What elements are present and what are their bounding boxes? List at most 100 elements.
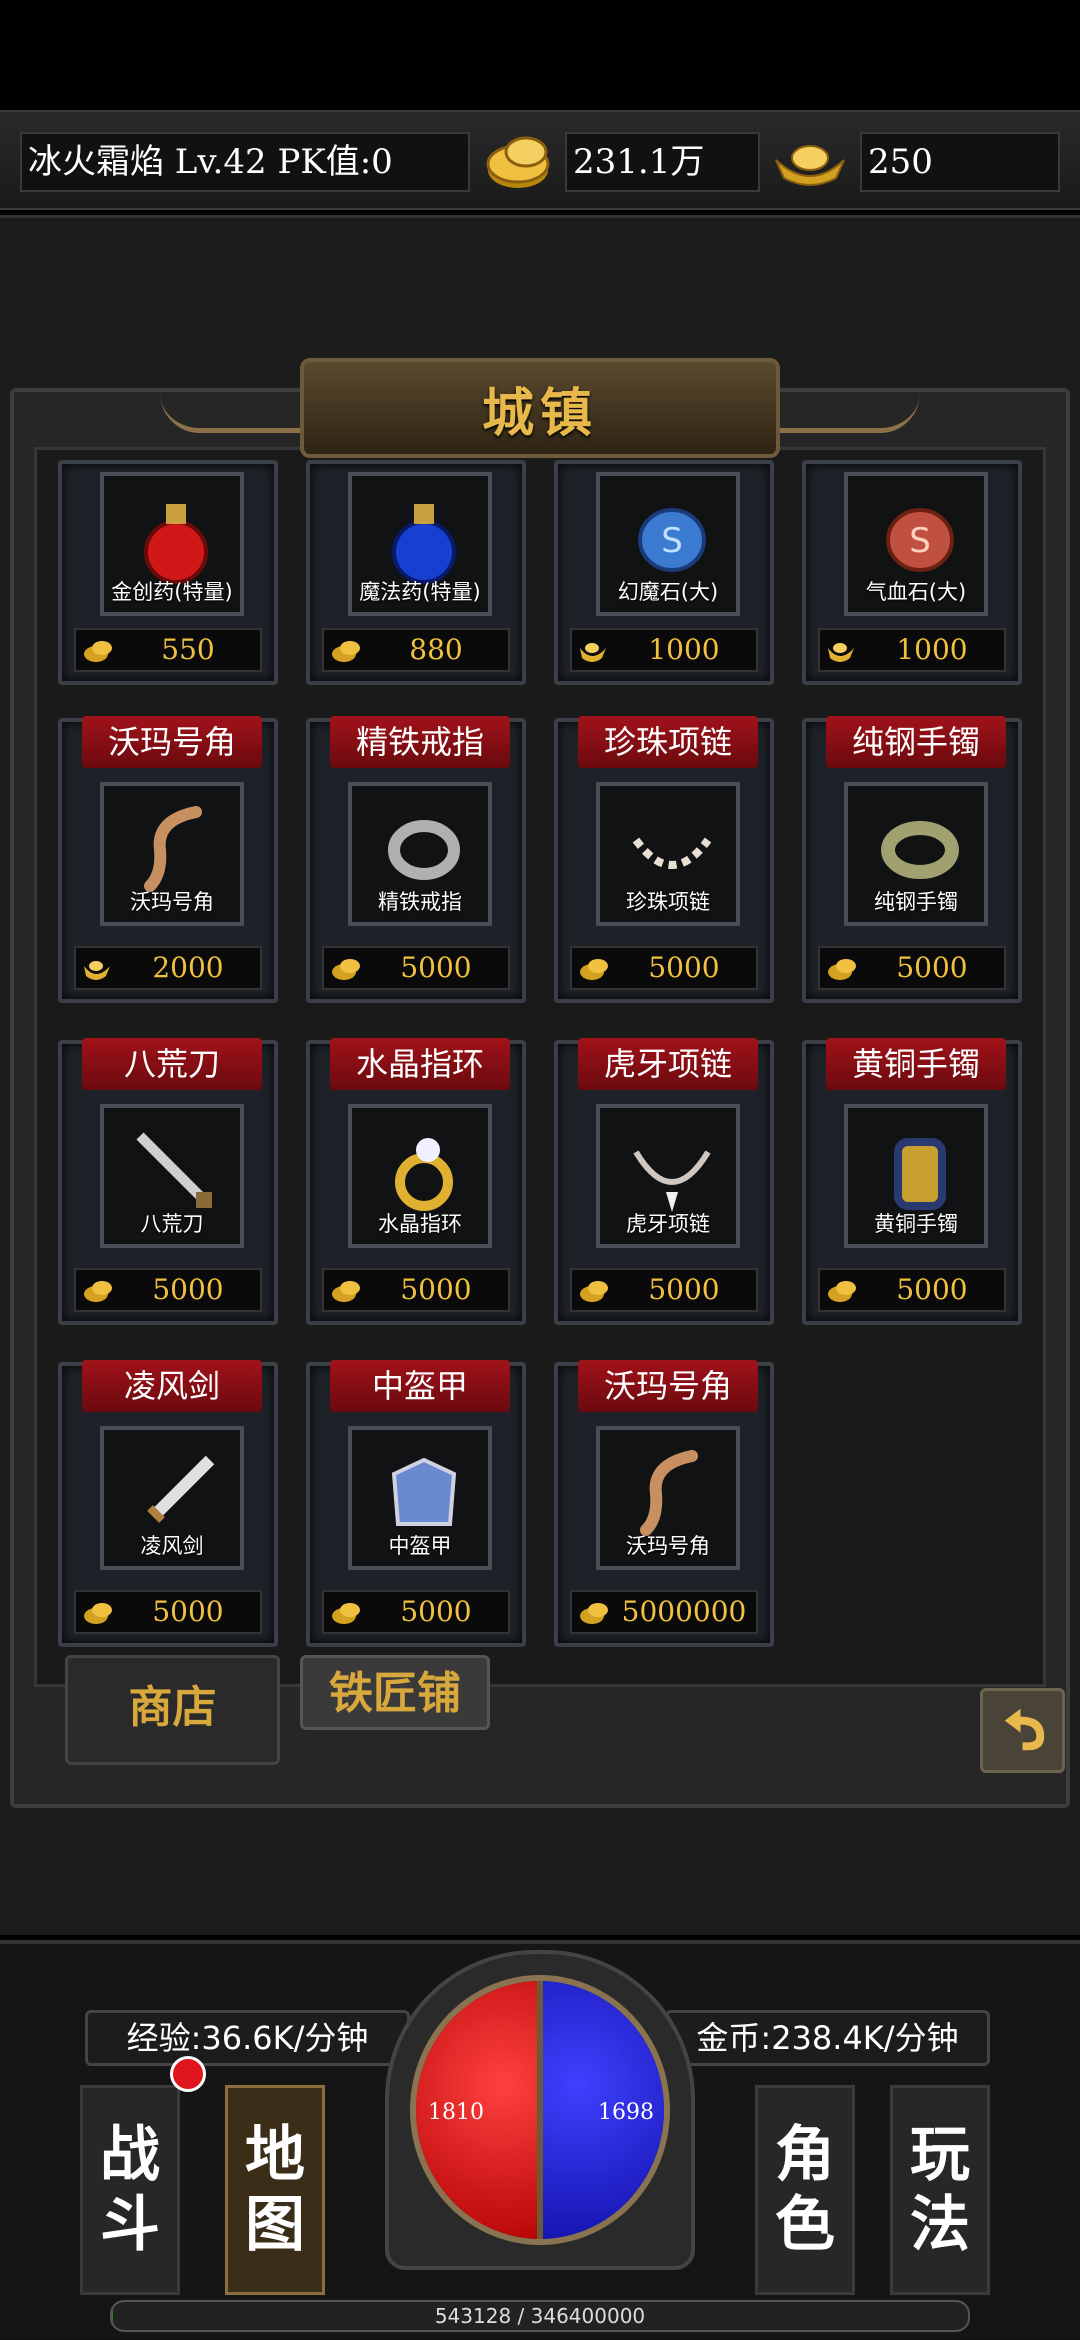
gold-coin-small-icon bbox=[332, 1281, 360, 1302]
tab-blacksmith[interactable]: 铁匠铺 bbox=[300, 1655, 490, 1730]
steel-bracelet-icon bbox=[881, 821, 959, 879]
item-price-value: 5000 bbox=[648, 1273, 720, 1306]
shop-item-card[interactable]: 金创药(特量) 550 bbox=[58, 460, 278, 685]
item-name-label: 中盔甲 bbox=[330, 1360, 510, 1412]
ingot-icon bbox=[775, 145, 845, 186]
player-top-bar: 冰火霜焰 Lv.42 PK值:0 231.1万 250 bbox=[0, 110, 1080, 210]
item-name-label: 纯钢手镯 bbox=[826, 716, 1006, 768]
item-image-slot[interactable]: 纯钢手镯 bbox=[844, 782, 988, 926]
item-price-value: 1000 bbox=[648, 633, 720, 666]
gold-coin-small-icon bbox=[84, 641, 112, 662]
item-price: 5000 bbox=[818, 1268, 1006, 1312]
ingot-small-icon bbox=[580, 643, 606, 662]
item-image-slot[interactable]: 珍珠项链 bbox=[596, 782, 740, 926]
item-price-value: 5000 bbox=[400, 951, 472, 984]
item-caption: 水晶指环 bbox=[378, 1212, 462, 1236]
item-image-slot[interactable]: 沃玛号角 bbox=[100, 782, 244, 926]
shop-item-card[interactable]: S 幻魔石(大) 1000 bbox=[554, 460, 774, 685]
blade-icon bbox=[136, 1132, 212, 1208]
item-caption: 虎牙项链 bbox=[626, 1212, 710, 1236]
item-image-slot[interactable]: 金创药(特量) bbox=[100, 472, 244, 616]
shop-item-card[interactable]: 精铁戒指 精铁戒指 5000 bbox=[306, 716, 526, 1003]
exp-rate: 经验:36.6K/分钟 bbox=[85, 2010, 410, 2066]
item-image-slot[interactable]: 魔法药(特量) bbox=[348, 472, 492, 616]
item-image-slot[interactable]: 虎牙项链 bbox=[596, 1104, 740, 1248]
title-ornament-left bbox=[160, 393, 310, 433]
item-image-slot[interactable]: 水晶指环 bbox=[348, 1104, 492, 1248]
shop-item-card[interactable]: 沃玛号角 沃玛号角 5000000 bbox=[554, 1360, 774, 1647]
shop-item-card[interactable]: 八荒刀 八荒刀 5000 bbox=[58, 1038, 278, 1325]
back-button[interactable] bbox=[980, 1688, 1065, 1773]
nav-character-button[interactable]: 角色 bbox=[755, 2085, 855, 2295]
pearl-necklace-icon bbox=[632, 837, 712, 869]
nav-gameplay-button[interactable]: 玩法 bbox=[890, 2085, 990, 2295]
svg-text:S: S bbox=[661, 521, 683, 561]
item-price-value: 2000 bbox=[152, 951, 224, 984]
item-price: 5000 bbox=[322, 1590, 510, 1634]
item-price-value: 5000 bbox=[152, 1273, 224, 1306]
item-image-slot[interactable]: S 幻魔石(大) bbox=[596, 472, 740, 616]
item-image-slot[interactable]: S 气血石(大) bbox=[844, 472, 988, 616]
item-name-label: 珍珠项链 bbox=[578, 716, 758, 768]
ingot-amount: 250 bbox=[860, 132, 1060, 192]
item-name-label: 黄铜手镯 bbox=[826, 1038, 1006, 1090]
item-image-slot[interactable]: 凌风剑 bbox=[100, 1426, 244, 1570]
nav-battle-button[interactable]: 战斗 bbox=[80, 2085, 180, 2295]
item-price-value: 5000 bbox=[648, 951, 720, 984]
item-image-slot[interactable]: 黄铜手镯 bbox=[844, 1104, 988, 1248]
shop-item-card[interactable]: 魔法药(特量) 880 bbox=[306, 460, 526, 685]
item-price-value: 1000 bbox=[896, 633, 968, 666]
item-price-value: 550 bbox=[161, 633, 215, 666]
item-caption: 气血石(大) bbox=[865, 580, 967, 604]
item-name-label: 八荒刀 bbox=[82, 1038, 262, 1090]
shop-item-card[interactable]: 凌风剑 凌风剑 5000 bbox=[58, 1360, 278, 1647]
gold-amount: 231.1万 bbox=[565, 132, 760, 192]
fang-necklace-icon bbox=[633, 1150, 711, 1212]
shop-item-card[interactable]: S 气血石(大) 1000 bbox=[802, 460, 1022, 685]
svg-text:S: S bbox=[909, 521, 931, 561]
item-name-label: 凌风剑 bbox=[82, 1360, 262, 1412]
item-price: 5000 bbox=[74, 1590, 262, 1634]
gold-coin-small-icon bbox=[580, 959, 608, 980]
item-price-value: 5000 bbox=[896, 951, 968, 984]
item-image-slot[interactable]: 中盔甲 bbox=[348, 1426, 492, 1570]
item-image-slot[interactable]: 八荒刀 bbox=[100, 1104, 244, 1248]
shop-item-card[interactable]: 珍珠项链 珍珠项链 5000 bbox=[554, 716, 774, 1003]
item-price-value: 5000 bbox=[152, 1595, 224, 1628]
item-image-slot[interactable]: 精铁戒指 bbox=[348, 782, 492, 926]
item-caption: 纯钢手镯 bbox=[874, 890, 958, 914]
mp-value: 1698 bbox=[598, 2100, 654, 2125]
sword-icon bbox=[147, 1455, 215, 1523]
nav-map-button[interactable]: 地图 bbox=[225, 2085, 325, 2295]
item-price: 5000000 bbox=[570, 1590, 758, 1634]
ingot-small-icon bbox=[84, 961, 110, 980]
item-price: 2000 bbox=[74, 946, 262, 990]
item-caption: 精铁戒指 bbox=[378, 890, 462, 914]
gold-coin-small-icon bbox=[580, 1281, 608, 1302]
item-price: 5000 bbox=[570, 1268, 758, 1312]
item-price: 5000 bbox=[570, 946, 758, 990]
red-potion-icon bbox=[144, 504, 208, 584]
blue-gem-icon: S bbox=[638, 508, 706, 572]
gold-coin-small-icon bbox=[828, 959, 856, 980]
gold-coins-icon bbox=[486, 136, 550, 188]
gold-coin-small-icon bbox=[332, 1603, 360, 1624]
shop-item-card[interactable]: 虎牙项链 虎牙项链 5000 bbox=[554, 1038, 774, 1325]
item-price: 880 bbox=[322, 628, 510, 672]
gold-coin-small-icon bbox=[332, 641, 360, 662]
item-image-slot[interactable]: 沃玛号角 bbox=[596, 1426, 740, 1570]
item-caption: 八荒刀 bbox=[140, 1212, 204, 1236]
shop-item-card[interactable]: 黄铜手镯 黄铜手镯 5000 bbox=[802, 1038, 1022, 1325]
crystal-ring-icon bbox=[395, 1138, 453, 1211]
gold-rate: 金币:238.4K/分钟 bbox=[665, 2010, 990, 2066]
title-ornament-right bbox=[770, 393, 920, 433]
shop-item-card[interactable]: 沃玛号角 沃玛号角 2000 bbox=[58, 716, 278, 1003]
tab-shop[interactable]: 商店 bbox=[65, 1655, 280, 1765]
shop-item-card[interactable]: 水晶指环 水晶指环 5000 bbox=[306, 1038, 526, 1325]
shop-item-card[interactable]: 中盔甲 中盔甲 5000 bbox=[306, 1360, 526, 1647]
item-price-value: 5000000 bbox=[621, 1595, 747, 1628]
item-price: 5000 bbox=[74, 1268, 262, 1312]
item-caption: 中盔甲 bbox=[388, 1534, 452, 1558]
horn-icon bbox=[640, 1450, 698, 1536]
shop-item-card[interactable]: 纯钢手镯 纯钢手镯 5000 bbox=[802, 716, 1022, 1003]
